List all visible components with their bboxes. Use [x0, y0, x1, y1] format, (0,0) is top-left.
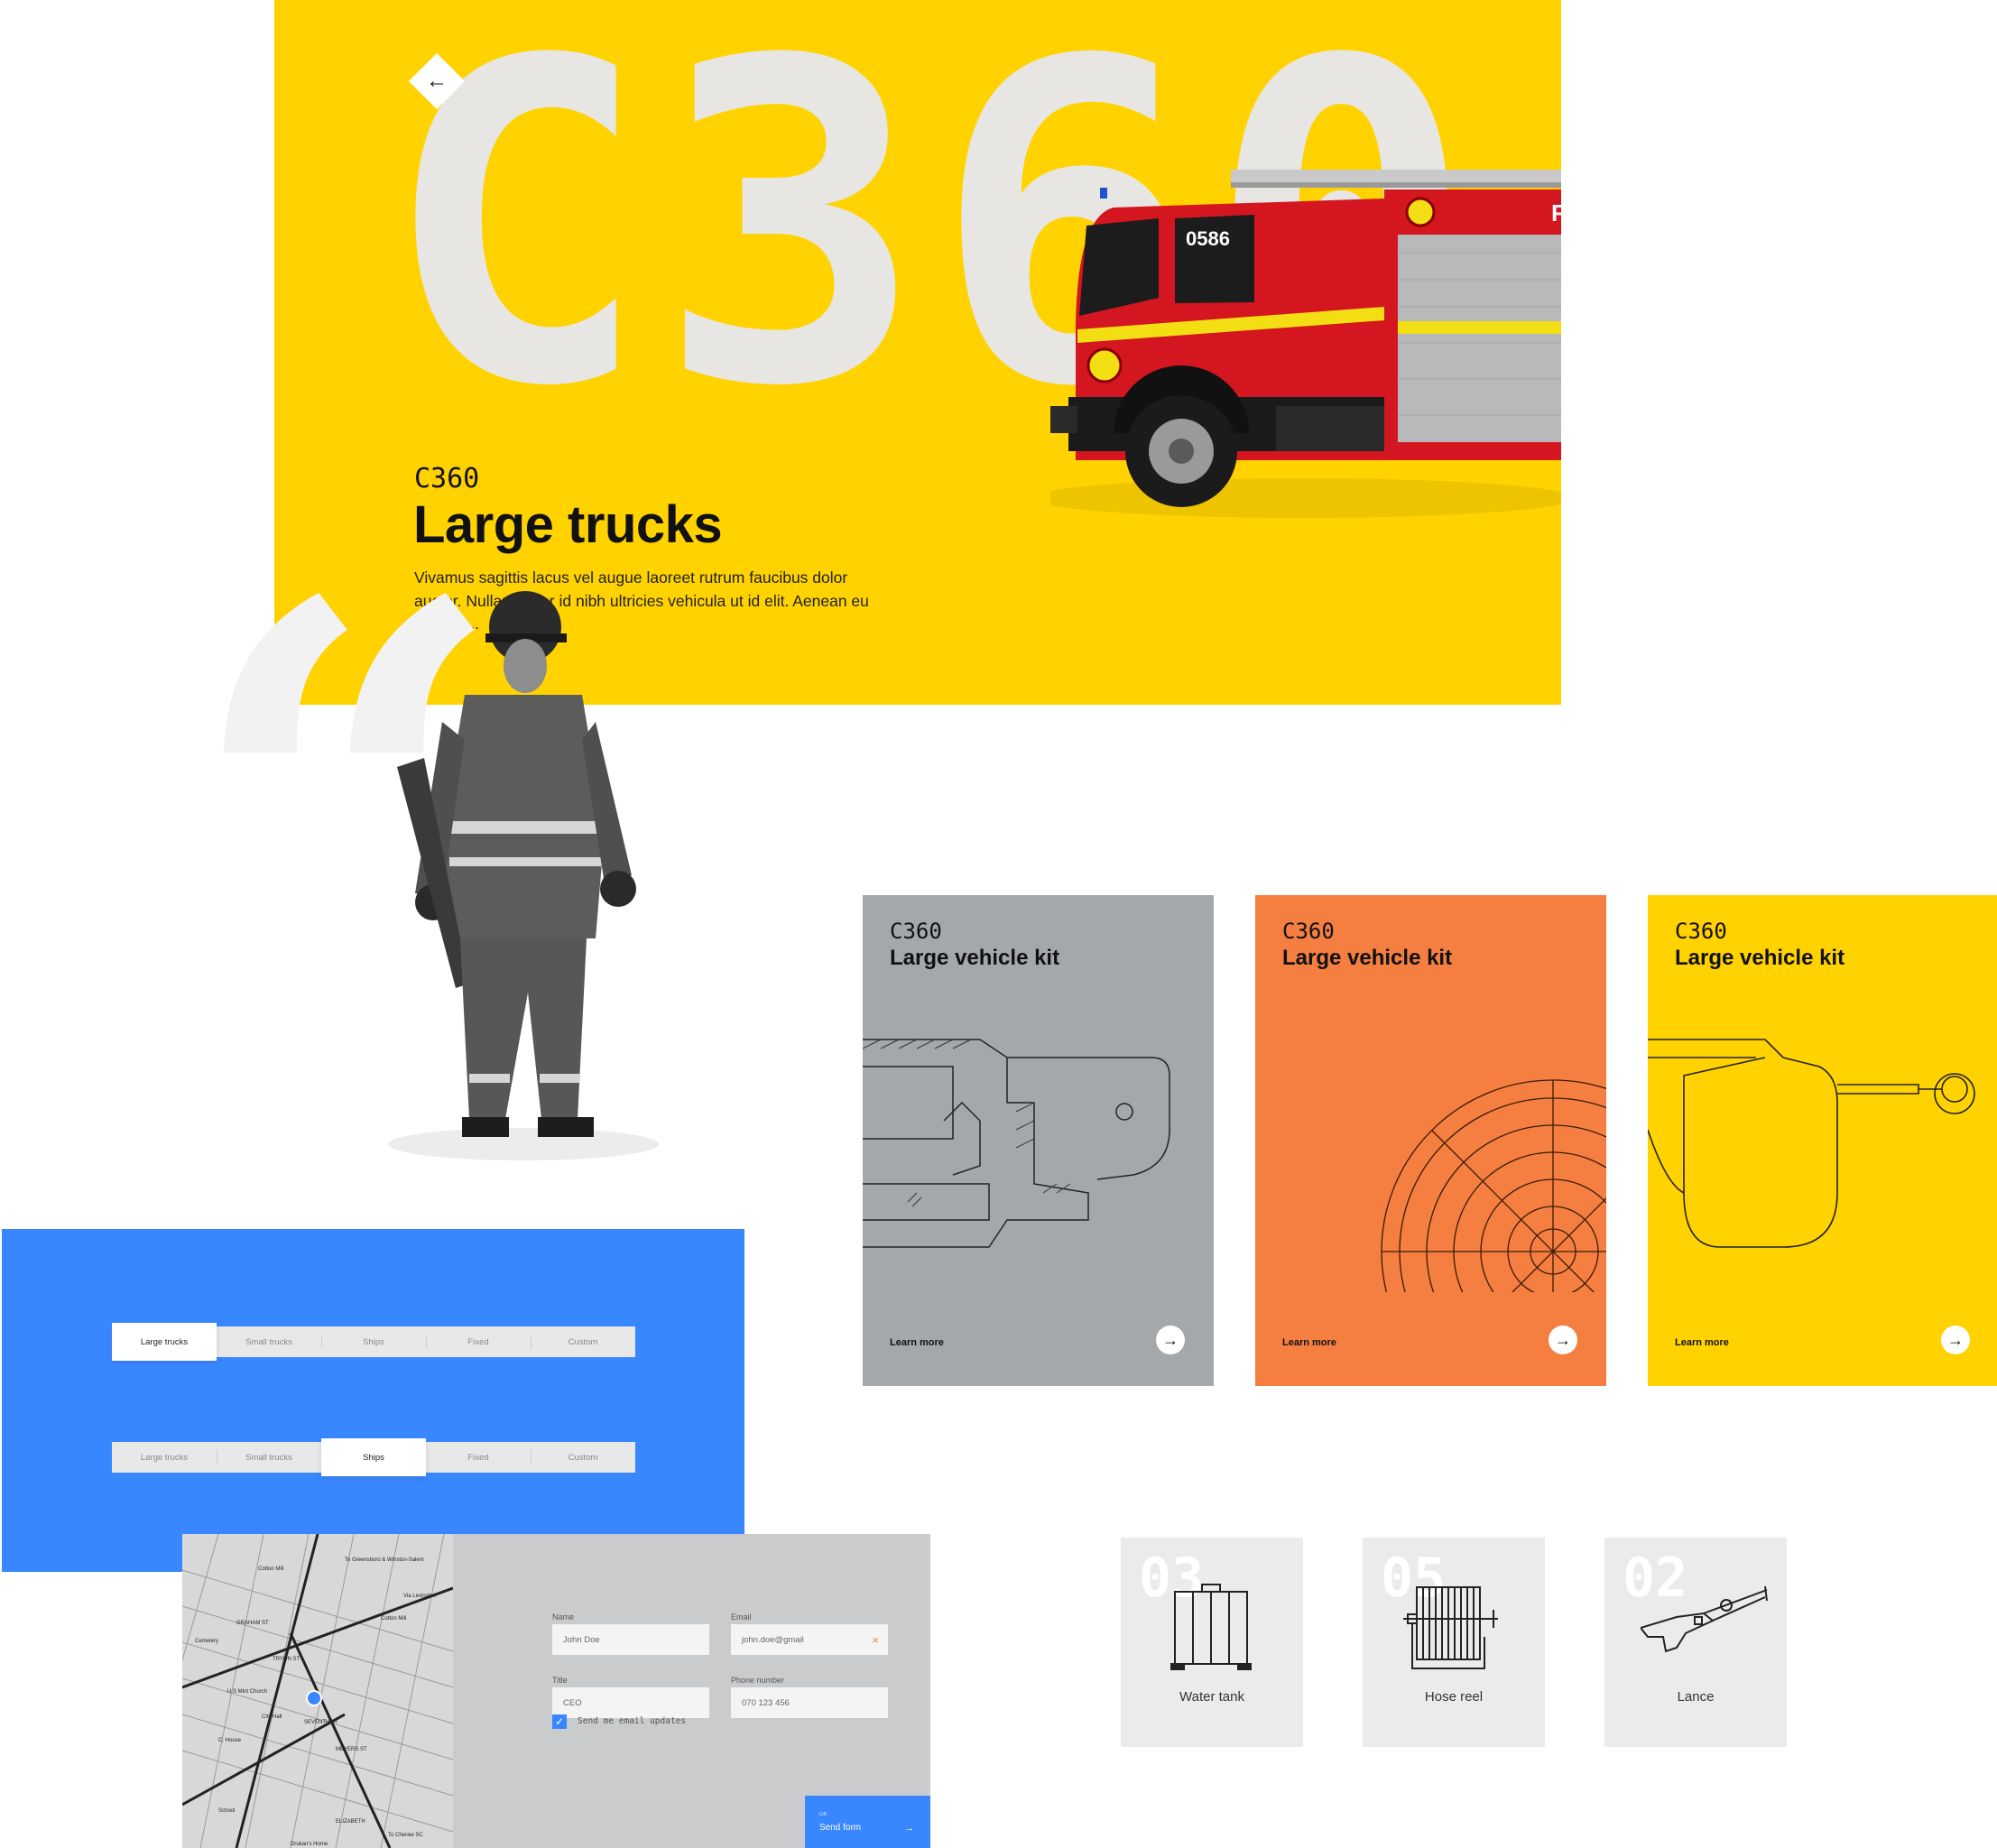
svg-text:GRAHAM ST: GRAHAM ST: [236, 1621, 269, 1626]
svg-text:ELIZABETH: ELIZABETH: [336, 1819, 365, 1825]
water-tank-icon: [1170, 1584, 1252, 1670]
part-name: Lance: [1677, 1689, 1715, 1705]
send-label: Send form: [819, 1823, 862, 1833]
send-eyebrow: OK: [819, 1812, 827, 1817]
part-name: Water tank: [1179, 1689, 1244, 1705]
fire-truck-image: F 0586: [1050, 170, 1561, 518]
svg-text:SEVENTH ST: SEVENTH ST: [304, 1720, 338, 1725]
svg-text:Via Lexington: Via Lexington: [403, 1594, 436, 1599]
learn-more-link[interactable]: Learn more: [1675, 1337, 1729, 1348]
svg-text:Cemetery: Cemetery: [195, 1639, 218, 1644]
name-label: Name: [552, 1612, 575, 1622]
tab-bar-default: Large trucks Small trucks Ships Fixed Cu…: [112, 1323, 635, 1361]
street-map[interactable]: Cotton Mill Cemetery GRAHAM ST TRYON ST …: [182, 1534, 453, 1848]
card-title: Large vehicle kit: [1282, 946, 1453, 970]
tab-fixed[interactable]: Fixed: [426, 1442, 531, 1473]
hose-reel-icon: [1403, 1586, 1498, 1669]
learn-more-link[interactable]: Learn more: [890, 1337, 944, 1348]
phone-label: Phone number: [731, 1676, 785, 1685]
svg-text:C. House: C. House: [218, 1738, 242, 1743]
email-value: john.doe@gmail: [742, 1634, 804, 1645]
part-hose-reel[interactable]: 05 Hose reel: [1363, 1538, 1545, 1747]
check-icon: ✓: [554, 1715, 565, 1728]
tab-small-trucks[interactable]: Small trucks: [217, 1442, 321, 1473]
clear-icon[interactable]: ×: [872, 1633, 879, 1647]
arrow-left-icon: ←: [426, 69, 448, 93]
tab-fixed[interactable]: Fixed: [426, 1326, 531, 1357]
email-field[interactable]: john.doe@gmail ×: [731, 1624, 888, 1655]
part-name: Hose reel: [1424, 1689, 1484, 1705]
arrow-right-icon[interactable]: →: [1941, 1326, 1970, 1354]
firefighter-image: [388, 591, 659, 1160]
tabs-showcase-panel: Large trucks Small trucks Ships Fixed Cu…: [2, 1229, 744, 1572]
tab-custom[interactable]: Custom: [531, 1326, 635, 1357]
product-card-grey[interactable]: C360 Large vehicle kit Learn more →: [863, 895, 1214, 1386]
tab-bar-selected: Large trucks Small trucks Ships Fixed Cu…: [112, 1438, 635, 1476]
hose-nozzle-diagram-icon: [1648, 1039, 1975, 1248]
tab-ships[interactable]: Ships: [321, 1438, 426, 1476]
card-eyebrow: C360: [1675, 919, 1727, 944]
tab-small-trucks[interactable]: Small trucks: [217, 1326, 321, 1357]
name-field[interactable]: John Doe: [552, 1624, 709, 1655]
contact-section: Cotton Mill Cemetery GRAHAM ST TRYON ST …: [182, 1534, 930, 1848]
send-form-button[interactable]: OK Send form →: [805, 1796, 930, 1848]
title-field[interactable]: CEO: [552, 1687, 709, 1718]
svg-text:To Greensboro & Winston-Salem: To Greensboro & Winston-Salem: [345, 1557, 424, 1563]
phone-field[interactable]: 070 123 456: [731, 1687, 888, 1718]
email-label: Email: [731, 1612, 752, 1622]
coupling-diagram-icon: [863, 1039, 1170, 1248]
tab-ships[interactable]: Ships: [321, 1326, 426, 1357]
svg-text:MEYERS ST: MEYERS ST: [336, 1747, 367, 1752]
svg-text:Drukan's Home: Drukan's Home: [291, 1842, 328, 1847]
svg-text:To Cheraw SC: To Cheraw SC: [388, 1833, 423, 1838]
product-card-yellow[interactable]: C360 Large vehicle kit Learn more →: [1648, 895, 1997, 1386]
svg-text:Cotton Mill: Cotton Mill: [381, 1616, 406, 1622]
part-lance[interactable]: 02 Lance: [1604, 1538, 1787, 1747]
turbine-diagram-icon: [1381, 1079, 1606, 1292]
email-updates-checkbox[interactable]: ✓: [552, 1714, 567, 1729]
part-water-tank[interactable]: 03 Water tank: [1121, 1538, 1303, 1747]
svg-text:TRYON ST: TRYON ST: [273, 1657, 300, 1662]
svg-text:City Hall: City Hall: [262, 1714, 282, 1720]
title-label: Title: [552, 1676, 568, 1685]
product-card-orange[interactable]: C360 Large vehicle kit Learn more →: [1255, 895, 1606, 1386]
tab-large-trucks[interactable]: Large trucks: [112, 1323, 217, 1361]
tab-custom[interactable]: Custom: [531, 1442, 635, 1473]
svg-text:School: School: [218, 1808, 235, 1814]
location-pin-icon: [306, 1690, 322, 1706]
arrow-right-icon[interactable]: →: [1156, 1326, 1185, 1354]
learn-more-link[interactable]: Learn more: [1282, 1337, 1336, 1348]
card-title: Large vehicle kit: [1675, 946, 1845, 970]
svg-text:0586: 0586: [1186, 227, 1230, 250]
arrow-right-icon[interactable]: →: [1549, 1326, 1577, 1354]
lance-icon: [1641, 1585, 1768, 1653]
arrow-right-icon: →: [904, 1823, 914, 1834]
card-eyebrow: C360: [1282, 919, 1335, 944]
tab-large-trucks[interactable]: Large trucks: [112, 1442, 217, 1473]
card-eyebrow: C360: [890, 919, 942, 944]
svg-text:U.S Mint Church: U.S Mint Church: [227, 1689, 267, 1695]
email-updates-label: Send me email updates: [578, 1716, 687, 1726]
card-title: Large vehicle kit: [890, 946, 1060, 970]
svg-text:F: F: [1551, 199, 1561, 226]
svg-text:Cotton Mill: Cotton Mill: [258, 1566, 283, 1572]
